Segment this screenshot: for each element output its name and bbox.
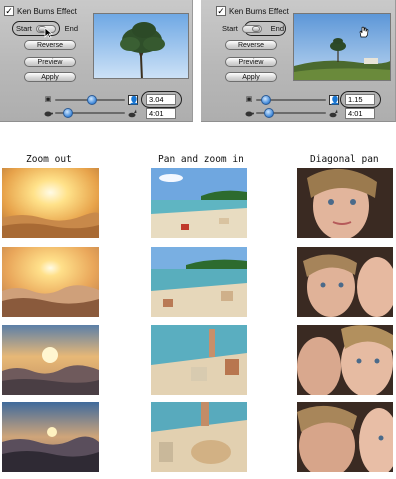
- preview-button[interactable]: Preview: [225, 57, 277, 67]
- portrait-frame-4: [297, 402, 393, 472]
- duration-slider[interactable]: [256, 108, 326, 118]
- reverse-button[interactable]: Reverse: [24, 40, 76, 50]
- sunset-frame-1: [2, 168, 99, 238]
- toggle-end-label[interactable]: End: [271, 24, 284, 33]
- checkmark-icon: ✓: [4, 6, 14, 16]
- person-icon: 👤: [329, 95, 340, 105]
- ken-burns-panel-end: ✓ Ken Burns Effect Start End Reverse Pre…: [201, 0, 396, 122]
- ken-burns-checkbox-label: Ken Burns Effect: [229, 6, 289, 16]
- zoom-slider[interactable]: [256, 95, 326, 105]
- duration-field[interactable]: 4:01: [146, 108, 176, 119]
- zoom-value-field[interactable]: 1.15: [345, 94, 375, 105]
- duration-slider-knob[interactable]: [63, 108, 73, 118]
- column-heading-pan-and-zoom-in: Pan and zoom in: [158, 154, 244, 165]
- turtle-icon: [44, 111, 53, 117]
- preview-thumbnail: [93, 13, 189, 79]
- portrait-frame-2: [297, 247, 393, 317]
- beach-frame-2: [151, 247, 247, 317]
- zoom-slider[interactable]: [55, 95, 125, 105]
- toggle-start-label[interactable]: Start: [16, 24, 32, 33]
- ken-burns-checkbox-label: Ken Burns Effect: [17, 6, 77, 16]
- preview-button[interactable]: Preview: [24, 57, 76, 67]
- duration-field[interactable]: 4:01: [345, 108, 375, 119]
- rabbit-icon: [128, 109, 137, 118]
- zoom-value-field[interactable]: 3.04: [146, 94, 176, 105]
- toggle-end-label[interactable]: End: [65, 24, 78, 33]
- apply-button[interactable]: Apply: [24, 72, 76, 82]
- turtle-icon: [245, 111, 254, 117]
- checkmark-icon: ✓: [216, 6, 226, 16]
- beach-frame-4: [151, 402, 247, 472]
- reverse-button[interactable]: Reverse: [225, 40, 277, 50]
- portrait-frame-3: [297, 325, 393, 395]
- column-heading-diagonal-pan: Diagonal pan: [310, 154, 379, 165]
- rabbit-icon: [329, 109, 338, 118]
- toggle-knob[interactable]: [252, 26, 260, 32]
- person-icon: 👤: [128, 95, 139, 105]
- beach-frame-1: [151, 168, 247, 238]
- zoom-slider-knob[interactable]: [261, 95, 271, 105]
- arrow-cursor-icon: [44, 27, 53, 39]
- sunset-frame-4: [2, 402, 99, 472]
- hand-cursor-icon: [359, 26, 369, 38]
- sunset-frame-2: [2, 247, 99, 317]
- duration-slider[interactable]: [55, 108, 125, 118]
- sunset-frame-3: [2, 325, 99, 395]
- small-photo-icon: ▣: [245, 96, 253, 103]
- ken-burns-checkbox[interactable]: ✓ Ken Burns Effect: [216, 6, 289, 16]
- toggle-start-label[interactable]: Start: [222, 24, 238, 33]
- apply-button[interactable]: Apply: [225, 72, 277, 82]
- small-photo-icon: ▣: [44, 96, 52, 103]
- ken-burns-panel-start: ✓ Ken Burns Effect Start End Reverse Pre…: [0, 0, 193, 122]
- duration-slider-knob[interactable]: [264, 108, 274, 118]
- portrait-frame-1: [297, 168, 393, 238]
- column-heading-zoom-out: Zoom out: [26, 154, 72, 165]
- zoom-slider-knob[interactable]: [87, 95, 97, 105]
- ken-burns-checkbox[interactable]: ✓ Ken Burns Effect: [4, 6, 77, 16]
- preview-thumbnail: [293, 13, 391, 81]
- beach-frame-3: [151, 325, 247, 395]
- start-end-toggle[interactable]: Start End: [218, 21, 288, 36]
